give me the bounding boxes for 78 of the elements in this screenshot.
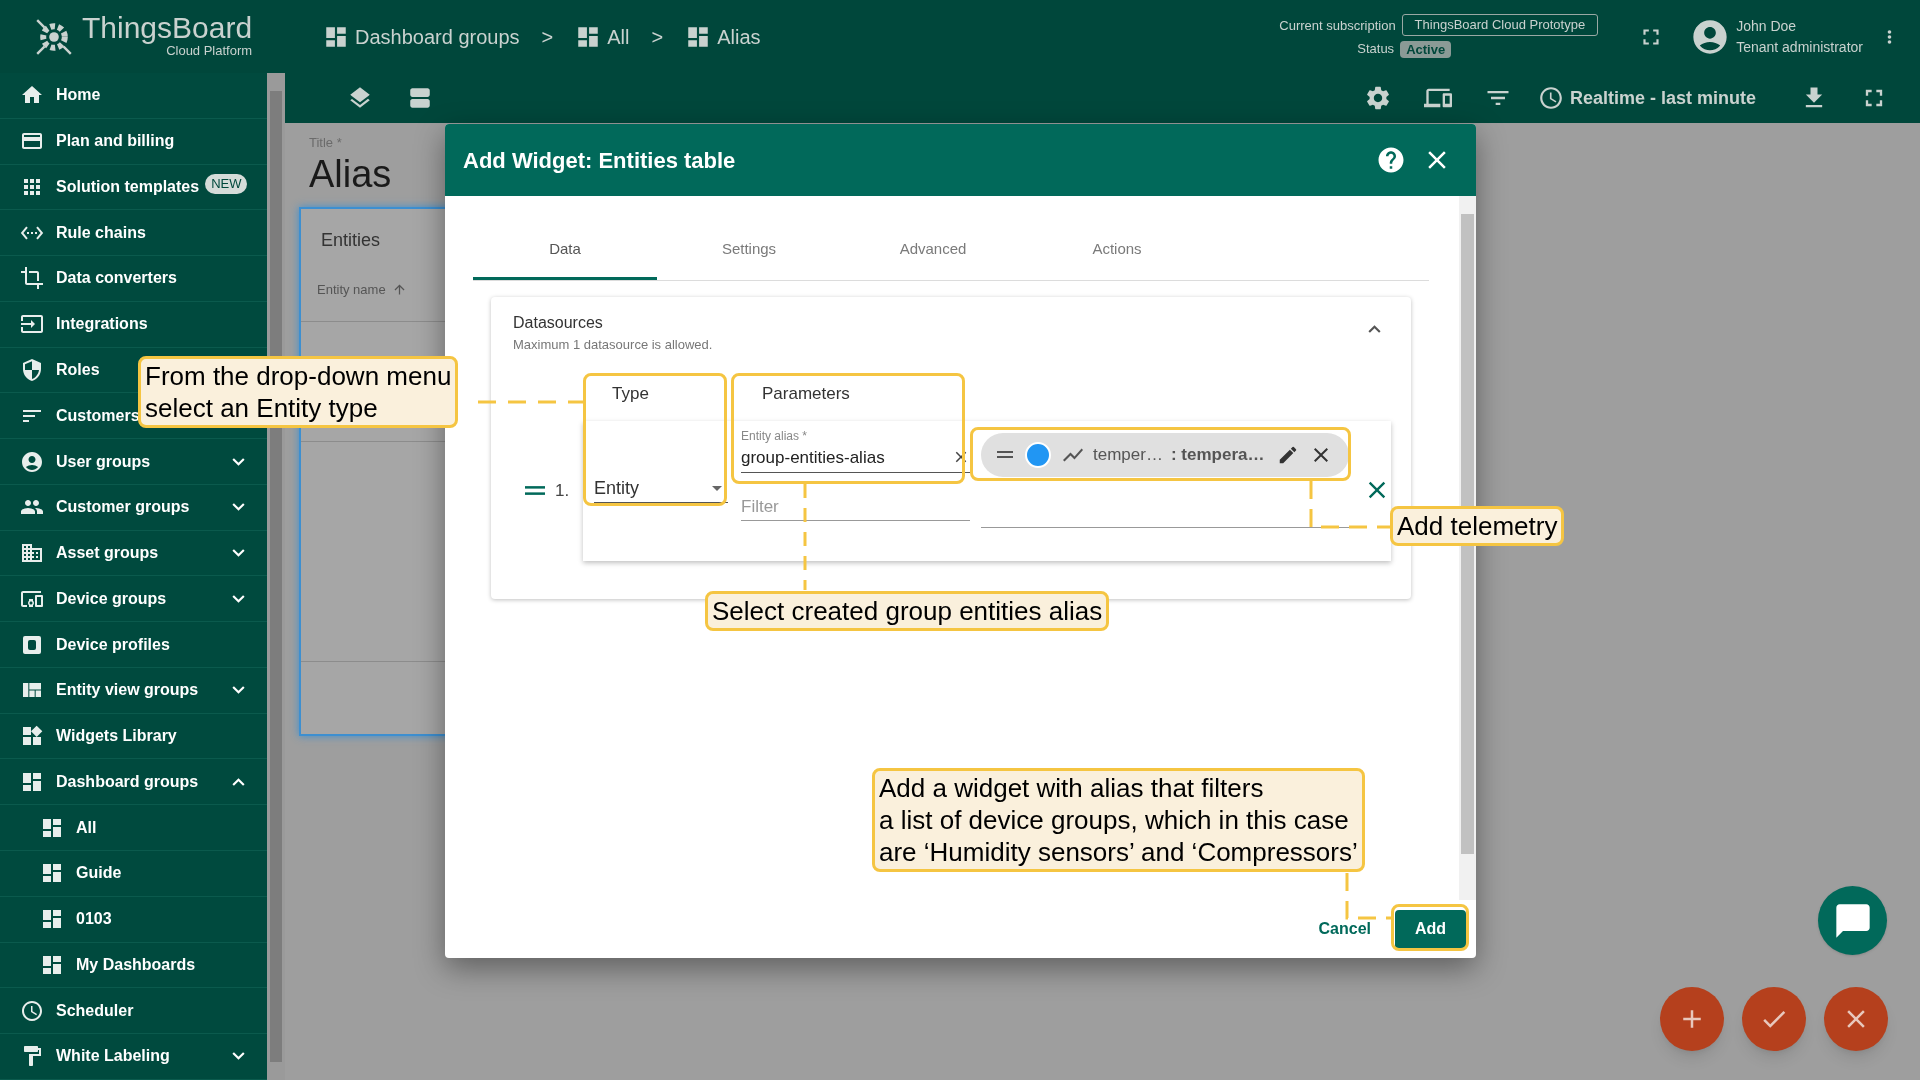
breadcrumb-separator: > (541, 24, 554, 50)
logo-title: ThingsBoard (82, 11, 253, 44)
sidebar-item[interactable]: 0103 (0, 896, 267, 943)
tab[interactable]: Advanced (841, 222, 1025, 280)
chevron-down-icon (232, 503, 245, 512)
user-role: Tenant administrator (1736, 37, 1863, 57)
column-header: Parameters (762, 382, 850, 405)
section-hint: Maximum 1 datasource is allowed. (513, 336, 713, 354)
clock-icon (1537, 85, 1564, 111)
add-fab[interactable] (1660, 987, 1724, 1051)
chat-button[interactable] (1818, 886, 1887, 955)
cancel-button[interactable]: Cancel (1318, 917, 1371, 941)
sidebar-item[interactable]: My Dashboards (0, 942, 267, 989)
filter-field[interactable]: Filter (741, 493, 970, 521)
sidebar-item[interactable]: Integrations (0, 301, 267, 348)
breadcrumb-link[interactable]: All (575, 21, 630, 52)
tab[interactable]: Settings (657, 222, 841, 280)
cancel-fab[interactable] (1824, 987, 1888, 1051)
sidebar-item[interactable]: Dashboard groups (0, 759, 267, 806)
dialog-title: Add Widget: Entities table (463, 146, 736, 175)
sidebar-item[interactable]: Customer groups (0, 484, 267, 531)
chevron-down-icon (232, 457, 245, 466)
subscription-value: ThingsBoard Cloud Prototype (1401, 14, 1599, 37)
sidebar-item[interactable]: White Labeling (0, 1034, 267, 1080)
sidebar-item[interactable]: Widgets Library (0, 713, 267, 760)
chevron-down-icon (232, 1052, 245, 1061)
tab[interactable]: Actions (1025, 222, 1209, 280)
sidebar-item[interactable]: Entity view groups (0, 667, 267, 714)
shield-icon (20, 357, 44, 382)
sidebar-item[interactable]: Device groups (0, 576, 267, 623)
confirm-fab[interactable] (1742, 987, 1806, 1051)
new-badge: NEW (205, 173, 248, 194)
callout-tooltip: Select created group entities alias (705, 591, 1110, 631)
dropdown-caret-icon (712, 485, 722, 491)
sidebar-item[interactable]: Plan and billing (0, 118, 267, 165)
alias-field[interactable]: Entity alias * group-entities-alias (741, 426, 970, 473)
subscription-label: Current subscription (1279, 16, 1396, 35)
layout-icon (407, 85, 433, 111)
chevron-up-icon (232, 777, 245, 786)
user-name: John Doe (1736, 16, 1798, 36)
key-chip[interactable]: temper… : tempera… (981, 432, 1349, 477)
sidebar-item[interactable]: Device profiles (0, 622, 267, 668)
add-button[interactable]: Add (1395, 909, 1466, 949)
logo-subtitle: Cloud Platform (166, 43, 253, 58)
sidebar-item[interactable]: Asset groups (0, 530, 267, 577)
sidebar-item[interactable]: All (0, 805, 267, 851)
chevron-down-icon (232, 686, 245, 695)
callout-tooltip: Add telemetry (1390, 506, 1565, 546)
type-select[interactable]: Entity (594, 474, 728, 503)
row-index: 1. (555, 479, 570, 502)
timewindow-button[interactable]: Realtime - last minute (1537, 84, 1756, 112)
callout-tooltip: Add a widget with alias that filters a list of device groups, which in this case are ‘Humidity sensors’ and ‘Compressors’ (872, 768, 1365, 872)
help-icon (1376, 145, 1406, 175)
column-header: Type (612, 382, 650, 405)
crop-icon (20, 266, 44, 291)
leader-line (1345, 873, 1391, 920)
dashboard-title: Alias (309, 152, 392, 195)
tab[interactable]: Data (473, 222, 657, 280)
key-name: : tempera… (1170, 443, 1265, 466)
sidebar-item[interactable]: Home (0, 73, 267, 119)
card-title: Entities (321, 228, 381, 252)
breadcrumb-link[interactable]: Dashboard groups (323, 21, 520, 52)
status-badge: Active (1400, 40, 1452, 58)
drag-handle-icon (997, 451, 1013, 458)
clock-icon (20, 998, 44, 1023)
status-label: Status (1357, 40, 1395, 59)
drag-handle-icon (525, 486, 545, 495)
chevron-down-icon (232, 549, 245, 558)
more-icon (1887, 27, 1892, 46)
section-title: Datasources (513, 313, 604, 333)
sidebar-item[interactable]: Solution templates NEW (0, 164, 267, 211)
breadcrumb-separator: > (651, 24, 664, 50)
callout-tooltip: From the drop-down menu select an Entity type (138, 356, 459, 428)
breadcrumb-link[interactable]: Alias (685, 21, 761, 52)
chevron-down-icon (232, 594, 245, 603)
sidebar-item[interactable]: User groups (0, 439, 267, 485)
sidebar-item[interactable]: Guide (0, 851, 267, 897)
key-label: temper… (1093, 443, 1163, 466)
